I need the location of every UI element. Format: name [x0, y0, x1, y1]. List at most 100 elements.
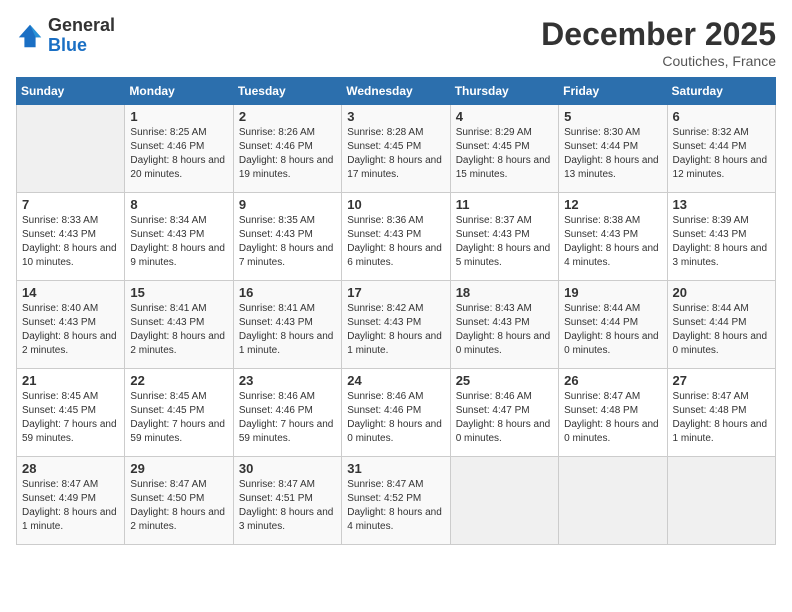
day-number: 1 [130, 109, 227, 124]
day-info: Sunrise: 8:25 AMSunset: 4:46 PMDaylight:… [130, 126, 227, 182]
calendar-cell [17, 105, 125, 193]
day-number: 6 [673, 109, 770, 124]
calendar-cell: 7 Sunrise: 8:33 AMSunset: 4:43 PMDaylight… [17, 193, 125, 281]
day-header-thursday: Thursday [450, 78, 558, 105]
calendar-cell: 12 Sunrise: 8:38 AMSunset: 4:43 PMDayligh… [559, 193, 667, 281]
calendar-cell: 21 Sunrise: 8:45 AMSunset: 4:45 PMDayligh… [17, 369, 125, 457]
day-info: Sunrise: 8:38 AMSunset: 4:43 PMDaylight:… [564, 214, 661, 270]
day-info: Sunrise: 8:47 AMSunset: 4:50 PMDaylight:… [130, 478, 227, 534]
calendar-cell [450, 457, 558, 545]
day-number: 12 [564, 197, 661, 212]
day-header-tuesday: Tuesday [233, 78, 341, 105]
location: Coutiches, France [541, 53, 776, 69]
calendar-cell: 9 Sunrise: 8:35 AMSunset: 4:43 PMDaylight… [233, 193, 341, 281]
day-number: 24 [347, 373, 444, 388]
day-header-wednesday: Wednesday [342, 78, 450, 105]
calendar-cell: 2 Sunrise: 8:26 AMSunset: 4:46 PMDaylight… [233, 105, 341, 193]
calendar-cell: 4Sunrise: 8:29 AMSunset: 4:45 PMDaylight… [450, 105, 558, 193]
calendar-cell: 6 Sunrise: 8:32 AMSunset: 4:44 PMDaylight… [667, 105, 775, 193]
day-header-monday: Monday [125, 78, 233, 105]
calendar-cell: 10 Sunrise: 8:36 AMSunset: 4:43 PMDayligh… [342, 193, 450, 281]
calendar-cell: 27 Sunrise: 8:47 AMSunset: 4:48 PMDayligh… [667, 369, 775, 457]
day-number: 4 [456, 109, 553, 124]
day-info: Sunrise: 8:47 AMSunset: 4:48 PMDaylight:… [673, 390, 770, 446]
day-info: Sunrise: 8:46 AMSunset: 4:46 PMDaylight:… [347, 390, 444, 446]
day-info: Sunrise: 8:30 AMSunset: 4:44 PMDaylight:… [564, 126, 661, 182]
day-info: Sunrise: 8:42 AMSunset: 4:43 PMDaylight:… [347, 302, 444, 358]
day-number: 3 [347, 109, 444, 124]
day-number: 30 [239, 461, 336, 476]
calendar-cell: 15 Sunrise: 8:41 AMSunset: 4:43 PMDayligh… [125, 281, 233, 369]
day-number: 9 [239, 197, 336, 212]
title-block: December 2025 Coutiches, France [541, 16, 776, 69]
day-info: Sunrise: 8:41 AMSunset: 4:43 PMDaylight:… [239, 302, 336, 358]
day-info: Sunrise: 8:36 AMSunset: 4:43 PMDaylight:… [347, 214, 444, 270]
day-info: Sunrise: 8:37 AMSunset: 4:43 PMDaylight:… [456, 214, 553, 270]
day-number: 16 [239, 285, 336, 300]
calendar-cell: 29 Sunrise: 8:47 AMSunset: 4:50 PMDayligh… [125, 457, 233, 545]
day-header-friday: Friday [559, 78, 667, 105]
calendar-cell: 30 Sunrise: 8:47 AMSunset: 4:51 PMDayligh… [233, 457, 341, 545]
calendar-cell: 20Sunrise: 8:44 AMSunset: 4:44 PMDayligh… [667, 281, 775, 369]
calendar-cell: 8 Sunrise: 8:34 AMSunset: 4:43 PMDaylight… [125, 193, 233, 281]
day-number: 27 [673, 373, 770, 388]
calendar-cell: 13 Sunrise: 8:39 AMSunset: 4:43 PMDayligh… [667, 193, 775, 281]
calendar-table: SundayMondayTuesdayWednesdayThursdayFrid… [16, 77, 776, 545]
day-number: 26 [564, 373, 661, 388]
day-number: 19 [564, 285, 661, 300]
day-number: 23 [239, 373, 336, 388]
day-number: 21 [22, 373, 119, 388]
day-info: Sunrise: 8:47 AMSunset: 4:51 PMDaylight:… [239, 478, 336, 534]
day-header-sunday: Sunday [17, 78, 125, 105]
day-number: 31 [347, 461, 444, 476]
day-info: Sunrise: 8:47 AMSunset: 4:48 PMDaylight:… [564, 390, 661, 446]
day-number: 11 [456, 197, 553, 212]
day-info: Sunrise: 8:43 AMSunset: 4:43 PMDaylight:… [456, 302, 553, 358]
day-info: Sunrise: 8:28 AMSunset: 4:45 PMDaylight:… [347, 126, 444, 182]
day-info: Sunrise: 8:45 AMSunset: 4:45 PMDaylight:… [22, 390, 119, 446]
day-number: 28 [22, 461, 119, 476]
day-info: Sunrise: 8:35 AMSunset: 4:43 PMDaylight:… [239, 214, 336, 270]
day-info: Sunrise: 8:32 AMSunset: 4:44 PMDaylight:… [673, 126, 770, 182]
day-number: 20 [673, 285, 770, 300]
calendar-cell: 31Sunrise: 8:47 AMSunset: 4:52 PMDayligh… [342, 457, 450, 545]
calendar-cell: 25Sunrise: 8:46 AMSunset: 4:47 PMDayligh… [450, 369, 558, 457]
day-number: 29 [130, 461, 227, 476]
day-number: 2 [239, 109, 336, 124]
calendar-cell: 19 Sunrise: 8:44 AMSunset: 4:44 PMDayligh… [559, 281, 667, 369]
calendar-cell: 28 Sunrise: 8:47 AMSunset: 4:49 PMDayligh… [17, 457, 125, 545]
calendar-cell: 24 Sunrise: 8:46 AMSunset: 4:46 PMDayligh… [342, 369, 450, 457]
day-info: Sunrise: 8:26 AMSunset: 4:46 PMDaylight:… [239, 126, 336, 182]
calendar-cell: 22Sunrise: 8:45 AMSunset: 4:45 PMDayligh… [125, 369, 233, 457]
day-number: 13 [673, 197, 770, 212]
day-info: Sunrise: 8:46 AMSunset: 4:47 PMDaylight:… [456, 390, 553, 446]
day-info: Sunrise: 8:33 AMSunset: 4:43 PMDaylight:… [22, 214, 119, 270]
calendar-cell: 11 Sunrise: 8:37 AMSunset: 4:43 PMDayligh… [450, 193, 558, 281]
day-number: 22 [130, 373, 227, 388]
logo-text: General Blue [48, 16, 115, 56]
calendar-cell: 16 Sunrise: 8:41 AMSunset: 4:43 PMDayligh… [233, 281, 341, 369]
day-number: 15 [130, 285, 227, 300]
calendar-cell [667, 457, 775, 545]
day-header-saturday: Saturday [667, 78, 775, 105]
calendar-cell: 14Sunrise: 8:40 AMSunset: 4:43 PMDayligh… [17, 281, 125, 369]
page-header: General Blue December 2025 Coutiches, Fr… [16, 16, 776, 69]
calendar-cell: 23 Sunrise: 8:46 AMSunset: 4:46 PMDayligh… [233, 369, 341, 457]
logo: General Blue [16, 16, 115, 56]
day-info: Sunrise: 8:39 AMSunset: 4:43 PMDaylight:… [673, 214, 770, 270]
day-info: Sunrise: 8:41 AMSunset: 4:43 PMDaylight:… [130, 302, 227, 358]
day-info: Sunrise: 8:34 AMSunset: 4:43 PMDaylight:… [130, 214, 227, 270]
calendar-cell: 3 Sunrise: 8:28 AMSunset: 4:45 PMDaylight… [342, 105, 450, 193]
calendar-cell: 18Sunrise: 8:43 AMSunset: 4:43 PMDayligh… [450, 281, 558, 369]
day-info: Sunrise: 8:47 AMSunset: 4:49 PMDaylight:… [22, 478, 119, 534]
calendar-cell: 5Sunrise: 8:30 AMSunset: 4:44 PMDaylight… [559, 105, 667, 193]
logo-icon [16, 22, 44, 50]
calendar-cell [559, 457, 667, 545]
day-info: Sunrise: 8:44 AMSunset: 4:44 PMDaylight:… [564, 302, 661, 358]
day-info: Sunrise: 8:46 AMSunset: 4:46 PMDaylight:… [239, 390, 336, 446]
day-number: 10 [347, 197, 444, 212]
calendar-cell: 17 Sunrise: 8:42 AMSunset: 4:43 PMDayligh… [342, 281, 450, 369]
day-number: 8 [130, 197, 227, 212]
day-number: 17 [347, 285, 444, 300]
day-number: 7 [22, 197, 119, 212]
